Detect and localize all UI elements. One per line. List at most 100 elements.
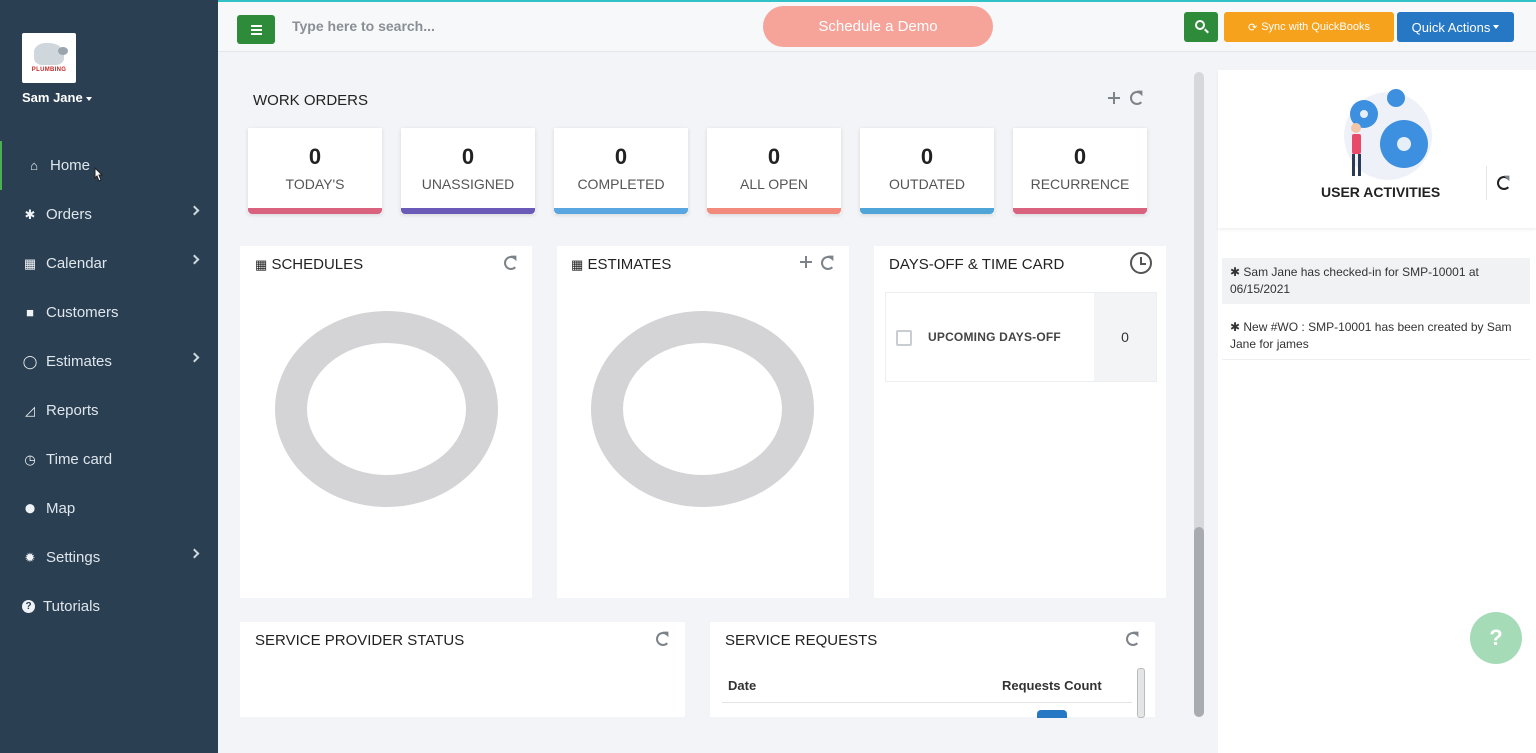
estimates-title: ▦ ESTIMATES [571,256,671,273]
sidebar-item-label: Orders [46,206,92,223]
refresh-icon[interactable] [1497,176,1511,190]
sidebar-item-label: Time card [46,451,113,468]
main-scrollbar[interactable] [1194,72,1204,717]
quick-actions-label: Quick Actions [1411,19,1491,35]
caret-down-icon [85,96,92,101]
chevron-right-icon [189,548,200,559]
asterisk-icon: ✱ [24,206,36,222]
sidebar-item-estimates[interactable]: ◯ Estimates [0,337,218,386]
upcoming-days-off-count: 0 [1094,293,1156,381]
card-accent-bar [1013,208,1147,214]
circle-notch-icon: ◯ [22,353,38,369]
service-provider-title: SERVICE PROVIDER STATUS [255,632,465,649]
chevron-right-icon [189,205,200,216]
sidebar-item-tutorials[interactable]: ? Tutorials [0,582,218,631]
top-bar: Schedule a Demo ⟳ Sync with QuickBooks Q… [218,0,1536,52]
work-order-card-outdated[interactable]: 0 OUTDATED [860,128,994,214]
card-value: 0 [920,144,934,169]
upcoming-days-off-row[interactable]: UPCOMING DAYS-OFF 0 [885,292,1157,382]
work-order-card-recurrence[interactable]: 0 RECURRENCE [1013,128,1147,214]
user-activities-title: USER ACTIVITIES [1321,184,1441,200]
column-header-date[interactable]: Date [728,678,756,693]
logo-text: PLUMBING [31,67,67,73]
sidebar-item-reports[interactable]: ◿ Reports [0,386,218,435]
card-label: TODAY'S [285,176,345,192]
sidebar-item-home[interactable]: ⌂ Home [0,141,218,190]
company-logo[interactable]: PLUMBING [22,33,76,83]
add-work-order-icon[interactable] [1108,92,1120,104]
chevron-right-icon [189,352,200,363]
work-order-card-completed[interactable]: 0 COMPLETED [554,128,688,214]
work-order-card-todays[interactable]: 0 TODAY'S [248,128,382,214]
card-accent-bar [248,208,382,214]
sidebar-item-map[interactable]: ⬤ Map [0,484,218,533]
user-activities-header: USER ACTIVITIES [1218,70,1536,228]
activity-item: ✱ Sam Jane has checked-in for SMP-10001 … [1222,258,1530,304]
estimates-donut-chart [591,311,814,507]
card-value: 0 [308,144,322,169]
area-chart-icon: ◿ [25,402,35,418]
home-icon: ⌂ [30,158,38,173]
refresh-icon[interactable] [504,256,518,270]
work-orders-title: WORK ORDERS [253,92,369,109]
clock-icon: ◷ [24,451,36,467]
gear-icon: ✹ [24,549,36,565]
sidebar: PLUMBING Sam Jane ⌂ Home ✱ Orders ▦ Cale… [0,0,218,753]
card-label: RECURRENCE [1030,176,1130,192]
sidebar-item-time-card[interactable]: ◷ Time card [0,435,218,484]
square-icon: ■ [26,305,34,320]
schedule-demo-button[interactable]: Schedule a Demo [763,6,993,47]
gears-illustration-icon [1344,89,1432,180]
map-marker-icon: ⬤ [24,503,36,513]
search-button[interactable] [1184,12,1218,42]
sync-quickbooks-button[interactable]: ⟳ Sync with QuickBooks [1224,12,1394,42]
refresh-icon[interactable] [821,256,835,270]
sidebar-item-label: Reports [46,402,99,419]
sidebar-item-calendar[interactable]: ▦ Calendar [0,239,218,288]
dog-logo-icon [34,43,68,65]
sidebar-item-customers[interactable]: ■ Customers [0,288,218,337]
card-accent-bar [860,208,994,214]
sync-quickbooks-label: Sync with QuickBooks [1261,21,1371,33]
sidebar-item-label: Estimates [46,353,112,370]
sidebar-item-label: Calendar [46,255,107,272]
sidebar-item-label: Home [50,157,91,174]
table-divider [722,702,1132,703]
clock-icon[interactable] [1130,252,1152,274]
calendar-icon [896,330,912,346]
service-requests-title: SERVICE REQUESTS [725,632,878,649]
chevron-right-icon [189,254,200,265]
add-estimate-icon[interactable] [800,256,812,268]
card-label: UNASSIGNED [421,176,515,192]
card-label: ALL OPEN [740,176,808,192]
menu-toggle-button[interactable] [237,15,275,44]
refresh-icon[interactable] [1130,91,1144,105]
column-header-requests-count[interactable]: Requests Count [1002,678,1102,693]
upcoming-days-off-label: UPCOMING DAYS-OFF [928,330,1061,344]
sidebar-item-settings[interactable]: ✹ Settings [0,533,218,582]
activity-item: ✱ New #WO : SMP-10001 has been created b… [1222,313,1530,360]
table-scrollbar[interactable] [1137,668,1145,718]
search-input[interactable] [286,12,706,40]
schedules-title-text: SCHEDULES [271,256,364,273]
work-order-card-all-open[interactable]: 0 ALL OPEN [707,128,841,214]
question-circle-icon: ? [22,600,35,613]
days-off-title: DAYS-OFF & TIME CARD [889,256,1065,273]
help-button[interactable]: ? [1470,612,1522,664]
caret-down-icon [1493,25,1500,29]
refresh-icon[interactable] [1126,632,1140,646]
user-name: Sam Jane [22,90,83,105]
scrollbar-thumb[interactable] [1194,527,1204,717]
refresh-icon[interactable] [656,632,670,646]
work-order-card-unassigned[interactable]: 0 UNASSIGNED [401,128,535,214]
calculator-icon: ▦ [571,257,584,272]
quick-actions-button[interactable]: Quick Actions [1397,12,1514,42]
sidebar-item-orders[interactable]: ✱ Orders [0,190,218,239]
schedules-title: ▦ SCHEDULES [255,256,363,273]
sync-icon: ⟳ [1247,21,1258,34]
calendar-icon: ▦ [255,257,268,272]
sidebar-item-label: Map [46,500,76,517]
schedules-donut-chart [275,311,498,507]
sidebar-item-label: Tutorials [43,598,100,615]
user-menu[interactable]: Sam Jane [22,90,92,105]
